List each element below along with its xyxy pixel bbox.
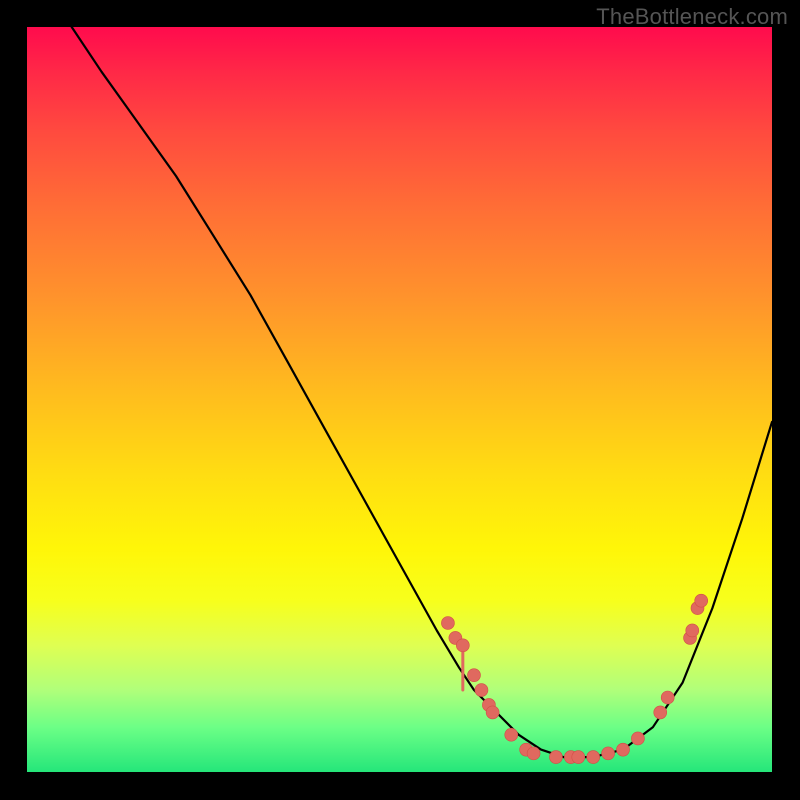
- plot-area: [27, 27, 772, 772]
- data-marker: [456, 639, 469, 652]
- data-marker: [617, 743, 630, 756]
- markers-group: [441, 594, 707, 763]
- data-marker: [654, 706, 667, 719]
- data-marker: [468, 669, 481, 682]
- curve-svg: [27, 27, 772, 772]
- data-marker: [661, 691, 674, 704]
- chart-frame: TheBottleneck.com: [0, 0, 800, 800]
- data-marker: [686, 624, 699, 637]
- data-marker: [695, 594, 708, 607]
- data-marker: [549, 751, 562, 764]
- data-marker: [631, 732, 644, 745]
- data-marker: [587, 751, 600, 764]
- data-marker: [602, 747, 615, 760]
- data-marker: [486, 706, 499, 719]
- data-marker: [572, 751, 585, 764]
- bottleneck-curve: [72, 27, 772, 757]
- data-marker: [505, 728, 518, 741]
- data-marker: [441, 617, 454, 630]
- data-marker: [475, 684, 488, 697]
- data-marker: [527, 747, 540, 760]
- watermark-text: TheBottleneck.com: [596, 4, 788, 30]
